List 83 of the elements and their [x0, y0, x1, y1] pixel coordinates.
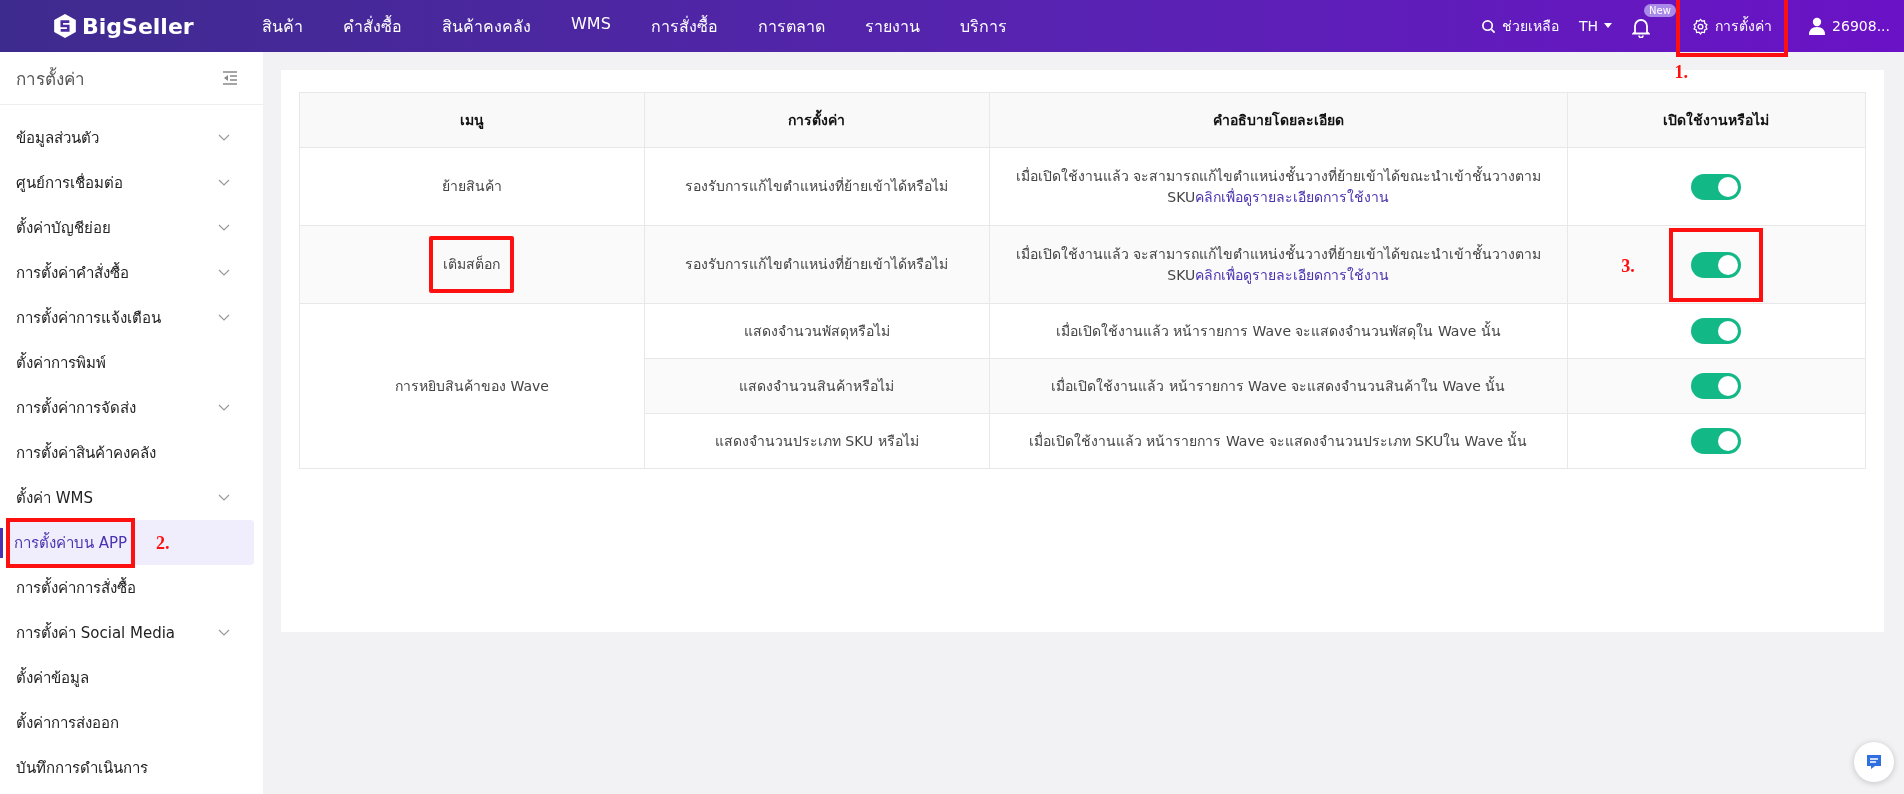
- help-link[interactable]: ช่วยเหลือ: [1481, 15, 1559, 37]
- sidebar-item-label: การตั้งค่าคำสั่งซื้อ: [16, 261, 129, 284]
- caret-icon: [1604, 23, 1613, 29]
- menu-name: การหยิบสินค้าของ Wave: [395, 377, 549, 394]
- sidebar-item[interactable]: บันทึกการดำเนินการ: [0, 745, 254, 790]
- column-header: คำอธิบายโดยละเอียด: [989, 92, 1568, 148]
- sidebar-item-label: การตั้งค่าบน APP: [14, 533, 128, 552]
- logo-icon: [52, 13, 78, 39]
- annotation-number: 2.: [156, 533, 170, 554]
- sidebar-item[interactable]: ตั้งค่าบัญชีย่อย: [0, 205, 254, 250]
- settings-icon: [1692, 17, 1710, 35]
- column-header: การตั้งค่า: [644, 92, 990, 148]
- sidebar-item-label: การตั้งค่าการแจ้งเตือน: [16, 306, 161, 329]
- toggle-switch[interactable]: [1691, 173, 1742, 200]
- sidebar-item[interactable]: การตั้งค่าการแจ้งเตือน: [0, 295, 254, 340]
- search-icon: [1481, 18, 1496, 34]
- sidebar-item-label: การตั้งค่าสินค้าคงคลัง: [16, 441, 156, 464]
- toggle-switch[interactable]: [1691, 373, 1742, 399]
- chat-icon: [1866, 754, 1882, 770]
- sidebar-item-label: การตั้งค่าการจัดส่ง: [16, 396, 136, 419]
- description-text: เมื่อเปิดใช้งานแล้ว จะสามารถแก้ไขตำแหน่งชั้นวางที่ย้ายเข้าได้ขณะนำเข้าชั้นวางตาม SKUคลิกเพื่อดูรายละเอียดการใช้งาน: [1015, 167, 1541, 205]
- user-menu[interactable]: 26908...: [1808, 17, 1890, 35]
- sidebar-item[interactable]: การตั้งค่าการจัดส่ง: [0, 385, 254, 430]
- nav-link[interactable]: คำสั่งซื้อ: [343, 13, 402, 39]
- column-header: เปิดใช้งานหรือไม่: [1567, 92, 1866, 148]
- sidebar-item[interactable]: ตั้งค่าการส่งออก: [0, 700, 254, 745]
- sidebar-item[interactable]: ตั้งค่าข้อมูล: [0, 655, 254, 700]
- sidebar-item-label: บันทึกการดำเนินการ: [16, 757, 148, 779]
- help-label: ช่วยเหลือ: [1502, 17, 1559, 36]
- table-cell: แสดงจำนวนพัสดุหรือไม่: [644, 303, 990, 359]
- new-badge: New: [1644, 4, 1676, 17]
- description-text: เมื่อเปิดใช้งานแล้ว หน้ารายการ Wave จะแสดงจำนวนสินค้าใน Wave นั้น: [1051, 377, 1506, 394]
- nav-link[interactable]: การตลาด: [757, 13, 825, 39]
- nav-link[interactable]: WMS: [571, 13, 611, 39]
- table-cell: แสดงจำนวนสินค้าหรือไม่: [644, 358, 990, 414]
- sidebar-item-label: การตั้งค่า Social Media: [16, 621, 176, 644]
- sidebar-item-label: ตั้งค่าบัญชีย่อย: [16, 216, 111, 239]
- collapse-icon[interactable]: [222, 71, 238, 85]
- details-link[interactable]: คลิกเพื่อดูรายละเอียดการใช้งาน: [1195, 266, 1390, 283]
- sidebar-title: การตั้งค่า: [16, 66, 85, 91]
- nav-link[interactable]: รายงาน: [864, 13, 920, 39]
- annotation-number: 3.: [1621, 254, 1635, 278]
- sidebar-item-label: ตั้งค่าข้อมูล: [16, 666, 89, 689]
- sidebar-item[interactable]: ศูนย์การเชื่อมต่อ: [0, 160, 254, 205]
- settings-label: การตั้งค่า: [1715, 15, 1773, 36]
- sidebar-item-label: ตั้งค่า WMS: [16, 486, 94, 509]
- user-icon: [1808, 17, 1827, 35]
- toggle-switch[interactable]: [1691, 428, 1742, 454]
- description-text: เมื่อเปิดใช้งานแล้ว หน้ารายการ Wave จะแสดงจำนวนประเภท SKUใน Wave นั้น: [1029, 432, 1528, 449]
- nav-link[interactable]: การสั่งซื้อ: [650, 13, 718, 39]
- table-cell: รองรับการแก้ไขตำแหน่งที่ย้ายเข้าได้หรือไม่: [644, 225, 990, 304]
- chat-button[interactable]: [1854, 742, 1894, 782]
- toggle-switch[interactable]: [1691, 318, 1742, 344]
- nav-link[interactable]: สินค้า: [262, 13, 303, 39]
- details-link[interactable]: คลิกเพื่อดูรายละเอียดการใช้งาน: [1195, 188, 1390, 205]
- logo-text[interactable]: BigSeller: [82, 13, 194, 39]
- sidebar-item-label: การตั้งค่าการสั่งซื้อ: [16, 576, 136, 599]
- nav-link[interactable]: บริการ: [959, 13, 1007, 39]
- sidebar-item[interactable]: ตั้งค่า WMS: [0, 475, 254, 520]
- annotation-number: 1.: [1674, 62, 1688, 83]
- sidebar-item-label: ศูนย์การเชื่อมต่อ: [16, 172, 123, 194]
- sidebar-item-label: ตั้งค่าการส่งออก: [16, 711, 119, 734]
- sidebar-item[interactable]: การตั้งค่า Social Media: [0, 610, 254, 655]
- sidebar-item[interactable]: การตั้งค่าสินค้าคงคลัง: [0, 430, 254, 475]
- table-cell: แสดงจำนวนประเภท SKU หรือไม่: [644, 413, 990, 469]
- description-text: เมื่อเปิดใช้งานแล้ว จะสามารถแก้ไขตำแหน่งชั้นวางที่ย้ายเข้าได้ขณะนำเข้าชั้นวางตาม SKUคลิกเพื่อดูรายละเอียดการใช้งาน: [1015, 245, 1541, 283]
- settings-link[interactable]: การตั้งค่า: [1684, 5, 1781, 47]
- sidebar-item[interactable]: ตั้งค่าการพิมพ์: [0, 340, 254, 385]
- user-id: 26908...: [1832, 18, 1890, 34]
- language-selector[interactable]: TH: [1579, 18, 1613, 34]
- nav-link[interactable]: สินค้าคงคลัง: [442, 13, 531, 39]
- column-header: เมนู: [299, 92, 645, 148]
- table-cell: รองรับการแก้ไขตำแหน่งที่ย้ายเข้าได้หรือไม่: [644, 147, 990, 226]
- menu-name: เติมสต็อก: [443, 256, 501, 272]
- sidebar-item-label: ตั้งค่าการพิมพ์: [16, 351, 106, 374]
- sidebar-item[interactable]: ข้อมูลส่วนตัว: [0, 115, 254, 160]
- sidebar-item-label: ข้อมูลส่วนตัว: [16, 127, 99, 149]
- sidebar-item[interactable]: การตั้งค่าคำสั่งซื้อ: [0, 250, 254, 295]
- toggle-switch[interactable]: [1691, 251, 1742, 278]
- sidebar-item[interactable]: การตั้งค่าการสั่งซื้อ: [0, 565, 254, 610]
- bell-icon[interactable]: [1632, 18, 1651, 38]
- menu-name: ย้ายสินค้า: [441, 178, 502, 194]
- description-text: เมื่อเปิดใช้งานแล้ว หน้ารายการ Wave จะแสดงจำนวนพัสดุใน Wave นั้น: [1055, 322, 1501, 339]
